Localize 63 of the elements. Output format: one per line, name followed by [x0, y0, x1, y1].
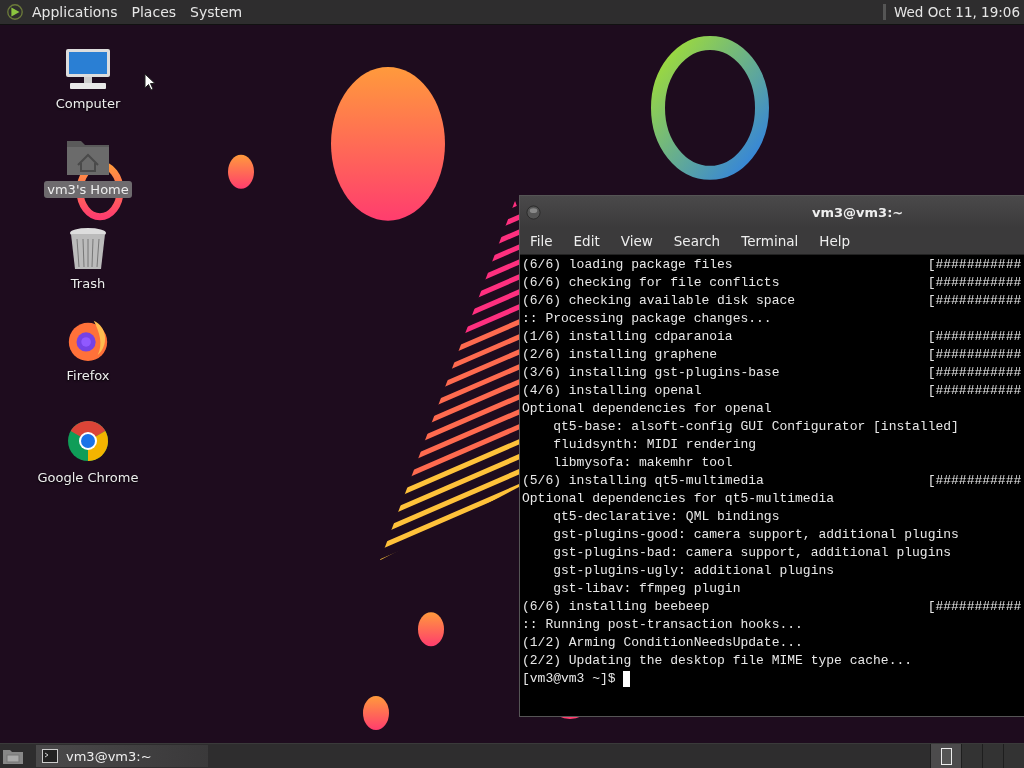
terminal-line: libmysofa: makemhr tool	[552, 454, 734, 472]
workspace-switcher-cell[interactable]	[982, 744, 1003, 768]
progress-text: [###########	[927, 598, 1022, 616]
terminal-line: Optional dependencies for openal	[522, 400, 773, 418]
terminal-line: (1/2) Arming ConditionNeedsUpdate...	[522, 634, 804, 652]
terminal-line: :: Processing package changes...	[522, 310, 773, 328]
terminal-line: (3/6) installing gst-plugins-base	[522, 364, 781, 382]
progress-text: [###########	[927, 292, 1022, 310]
menu-item[interactable]: System	[190, 4, 243, 20]
terminal-line: gst-libav: ffmpeg plugin	[552, 580, 742, 598]
terminal-line: (6/6) installing beebeep	[522, 598, 711, 616]
terminal-line: qt5-base: alsoft-config GUI Configurator [installed]	[552, 418, 959, 436]
mouse-pointer-icon	[144, 73, 156, 91]
progress-text: [###########	[927, 346, 1022, 364]
window-menu-button-icon[interactable]	[526, 204, 541, 220]
terminal-line: gst-plugins-bad: camera support, additional plugins	[552, 544, 952, 562]
menu-item[interactable]: Applications	[32, 4, 118, 20]
desktop-icon-label[interactable]: Computer	[52, 95, 124, 112]
panel-handle-icon[interactable]	[881, 3, 888, 21]
progress-text: [###########	[927, 382, 1022, 400]
trash-icon[interactable]	[68, 227, 108, 271]
text-cursor	[623, 671, 631, 687]
terminal-icon	[42, 749, 58, 763]
menu-item[interactable]: File	[530, 233, 553, 249]
desktop-icon-label[interactable]: vm3's Home	[44, 181, 132, 198]
progress-text: [###########	[927, 256, 1022, 274]
window-title: vm3@vm3:~	[812, 204, 904, 220]
workspace-switcher-cell[interactable]	[961, 744, 982, 768]
terminal-line: (6/6) loading package files	[522, 256, 734, 274]
terminal-line: (2/6) installing graphene	[522, 346, 719, 364]
terminal-line: :: Running post-transaction hooks...	[522, 616, 804, 634]
workspace-switcher-cell[interactable]	[1003, 744, 1024, 768]
terminal-line: fluidsynth: MIDI rendering	[552, 436, 758, 454]
terminal-line: (6/6) checking available disk space	[522, 292, 797, 310]
desktop-icon-label[interactable]: Google Chrome	[34, 469, 142, 486]
menu-item[interactable]: Terminal	[741, 233, 799, 249]
menu-item[interactable]: Places	[131, 4, 177, 20]
terminal-line: qt5-declarative: QML bindings	[552, 508, 781, 526]
shell-prompt: [vm3@vm3 ~]$	[522, 670, 616, 688]
play-logo-icon[interactable]	[6, 3, 24, 21]
terminal-line: gst-plugins-ugly: additional plugins	[552, 562, 836, 580]
desktop-icon-label[interactable]: Firefox	[63, 367, 113, 384]
terminal-line: (4/6) installing openal	[522, 382, 703, 400]
menu-item[interactable]: Search	[673, 233, 721, 249]
progress-text: [###########	[927, 472, 1022, 490]
computer-icon[interactable]	[64, 47, 112, 91]
desktop-icon-label[interactable]: Trash	[67, 275, 109, 292]
terminal-line: Optional dependencies for qt5-multimedia	[522, 490, 836, 508]
terminal-line: (1/6) installing cdparanoia	[522, 328, 734, 346]
taskbar-button[interactable]: vm3@vm3:~	[36, 745, 208, 767]
show-desktop-icon[interactable]	[2, 747, 24, 765]
workspace-switcher-cell[interactable]	[930, 744, 961, 768]
terminal-line: gst-plugins-good: camera support, additional plugins	[552, 526, 959, 544]
menu-item[interactable]: Help	[819, 233, 851, 249]
clock[interactable]: Wed Oct 11, 19:06	[893, 4, 1020, 20]
progress-text: [###########	[927, 364, 1022, 382]
menu-item[interactable]: Edit	[573, 233, 600, 249]
terminal-line: (5/6) installing qt5-multimedia	[522, 472, 765, 490]
terminal-line: (6/6) checking for file conflicts	[522, 274, 781, 292]
progress-text: [###########	[927, 274, 1022, 292]
progress-text: [###########	[927, 328, 1022, 346]
menu-item[interactable]: View	[620, 233, 653, 249]
terminal-line: (2/2) Updating the desktop file MIME type cache...	[522, 652, 914, 670]
